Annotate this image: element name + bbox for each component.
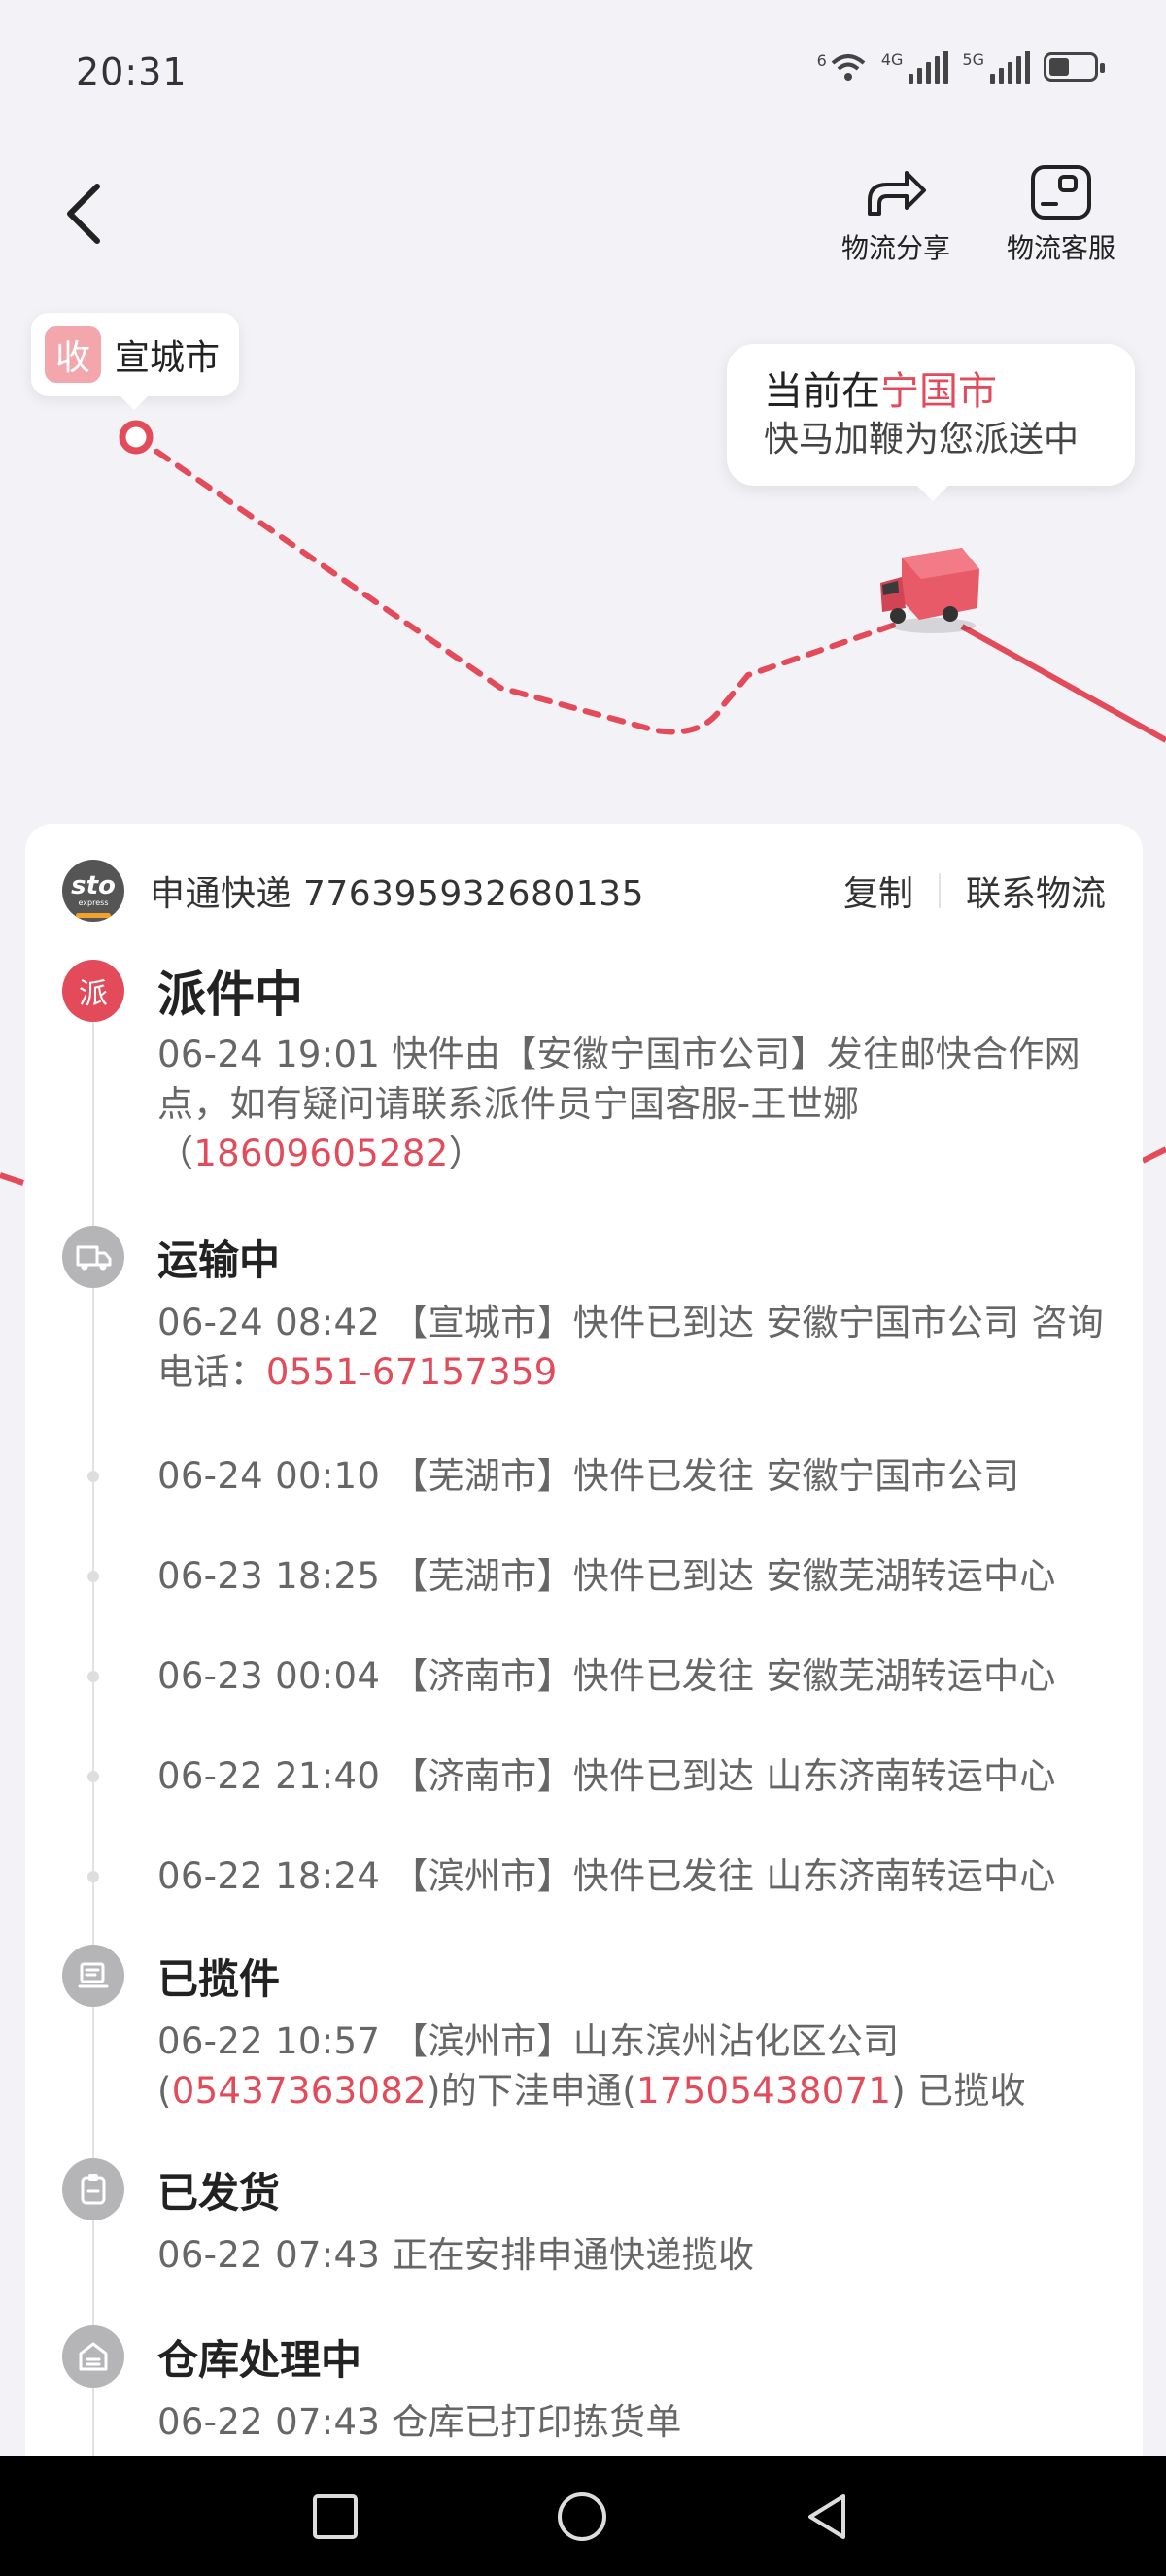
event-item: 06-23 00:04 【济南市】快件已发往 安徽芜湖转运中心: [157, 1655, 1056, 1697]
sto-logo-sub: express: [78, 898, 109, 907]
event-text-end: ）: [448, 1133, 485, 1174]
current-location-line: 当前在宁国市: [764, 367, 1135, 416]
tracking-card: sto express 申通快递 776395932680135 复制 联系物流…: [25, 824, 1143, 2514]
home-icon[interactable]: [556, 2491, 608, 2543]
system-nav-bar: [0, 2456, 1166, 2576]
event-item: 06-22 21:40 【济南市】快件已到达 山东济南转运中心: [157, 1755, 1056, 1797]
event-dispatching: 06-24 19:01 快件由【安徽宁国市公司】发往邮快合作网点，如有疑问请联系…: [157, 1030, 1119, 1178]
event-item: 06-22 18:24 【滨州市】快件已发往 山东济南转运中心: [157, 1855, 1056, 1897]
delivery-truck-icon: [880, 548, 979, 633]
status-title-warehouse: 仓库处理中: [157, 2336, 362, 2384]
inquiry-phone-link[interactable]: 0551-67157359: [266, 1351, 558, 1393]
event-item: 06-24 00:10 【芜湖市】快件已发往 安徽宁国市公司: [157, 1455, 1020, 1497]
divider: [938, 873, 941, 908]
carrier-actions: 复制 联系物流: [843, 865, 1106, 916]
timeline-dot: [87, 1571, 99, 1582]
event-warehouse: 06-22 07:43 仓库已打印拣货单: [157, 2401, 682, 2443]
dispatch-status-icon: 派: [62, 960, 124, 1022]
pickup-status-icon: [62, 1945, 124, 2007]
event-item: 06-23 18:25 【芜湖市】快件已到达 安徽芜湖转运中心: [157, 1555, 1056, 1597]
current-location-bubble: 当前在宁国市 快马加鞭为您派送中: [727, 344, 1135, 501]
truck-status-icon: [62, 1226, 124, 1288]
timeline-dot: [87, 1771, 99, 1782]
current-prefix: 当前在: [764, 369, 880, 414]
courier-phone-link[interactable]: 18609605282: [193, 1133, 448, 1174]
origin-city: 宣城市: [115, 338, 221, 378]
nav-back-icon[interactable]: [803, 2491, 851, 2543]
event-transit: 06-24 08:42 【宣城市】快件已到达 安徽宁国市公司 咨询电话：0551…: [157, 1298, 1119, 1397]
timeline-dot: [87, 1871, 99, 1882]
recent-apps-icon[interactable]: [311, 2492, 360, 2541]
receive-badge: 收: [45, 326, 101, 383]
status-title-transit: 运输中: [157, 1237, 281, 1284]
shipped-status-icon: [62, 2158, 124, 2220]
carrier-row: sto express 申通快递 776395932680135 复制 联系物流: [62, 859, 1106, 923]
origin-bubble: 收 宣城市: [31, 313, 240, 410]
delivery-status-text: 快马加鞭为您派送中: [764, 420, 1080, 459]
event-shipped: 06-22 07:43 正在安排申通快递揽收: [157, 2234, 755, 2276]
event-text-end: ) 已揽收: [891, 2070, 1026, 2112]
timeline-dot: [87, 1671, 99, 1682]
carrier-tracking-number: 申通快递 776395932680135: [150, 874, 645, 914]
sto-logo: sto express: [62, 860, 124, 922]
copy-button[interactable]: 复制: [843, 865, 913, 916]
current-city: 宁国市: [880, 369, 997, 414]
courier-phone-link[interactable]: 17505438071: [636, 2070, 891, 2112]
warehouse-status-icon: [62, 2325, 124, 2388]
sto-logo-text: sto: [71, 871, 116, 900]
status-title-picked-up: 已揽件: [157, 1955, 281, 2003]
status-title-dispatching: 派件中: [157, 966, 303, 1023]
event-picked-up: 06-22 10:57 【滨州市】山东滨州沾化区公司(05437363082)的…: [157, 2017, 1119, 2116]
contact-logistics-button[interactable]: 联系物流: [966, 865, 1106, 916]
status-title-shipped: 已发货: [157, 2169, 281, 2217]
event-text-mid: )的下洼申通(: [427, 2070, 636, 2112]
timeline-dot: [87, 1471, 99, 1482]
branch-phone-link[interactable]: 05437363082: [172, 2070, 427, 2112]
